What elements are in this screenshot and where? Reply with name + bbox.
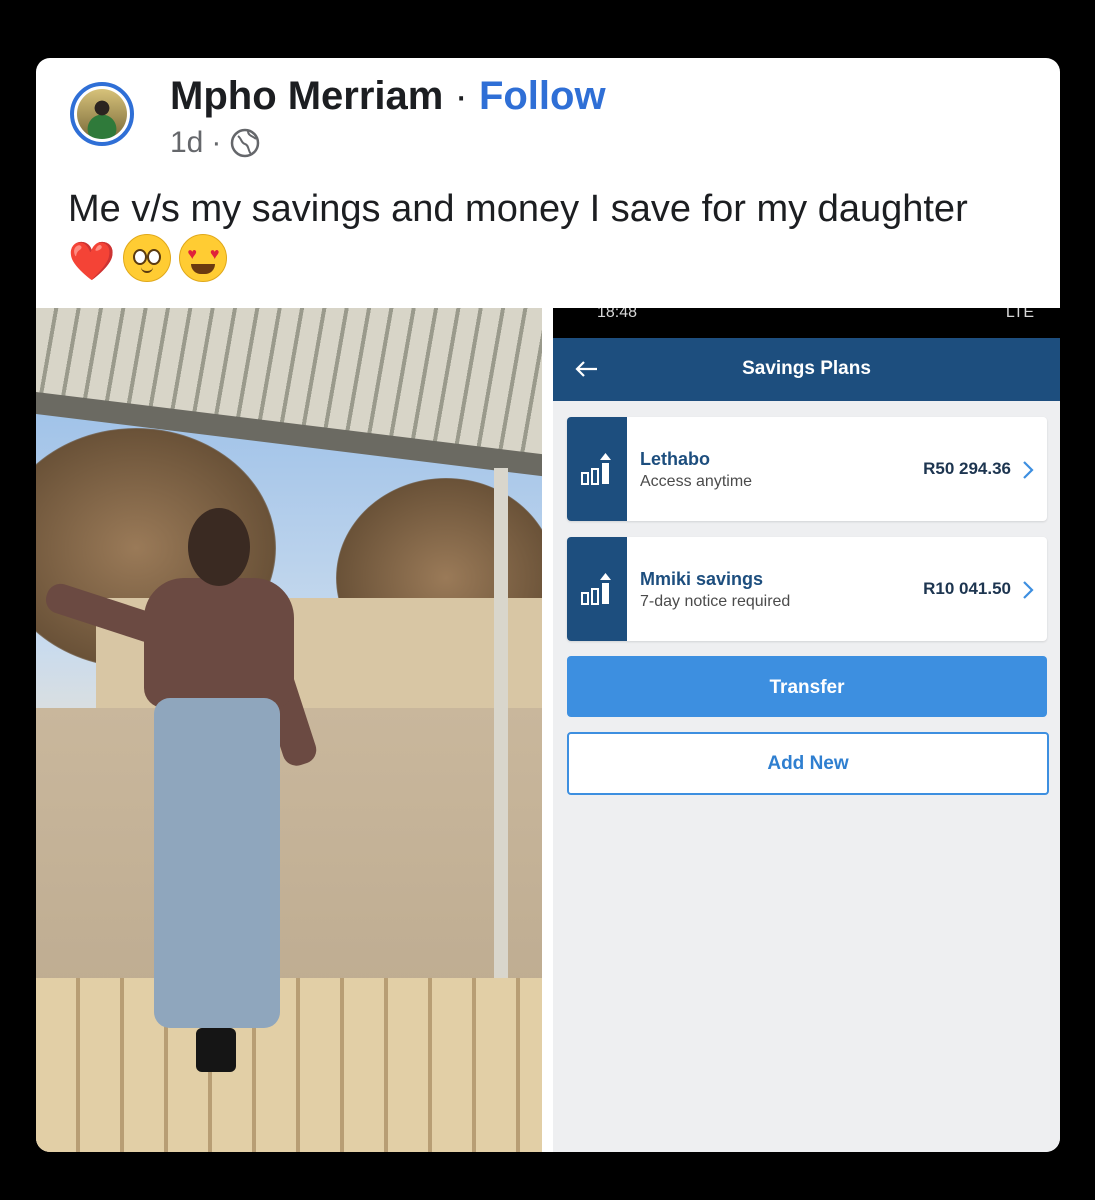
bank-app-screenshot: 18:48 LTE Savings Plans Lethabo Access a… bbox=[553, 308, 1060, 1152]
person-boots bbox=[196, 1028, 236, 1072]
add-new-button[interactable]: Add New bbox=[567, 732, 1049, 795]
chart-up-icon bbox=[581, 453, 611, 485]
phone-status-bar: 18:48 LTE bbox=[553, 308, 1060, 338]
post-caption: Me v/s my savings and money I save for m… bbox=[68, 184, 968, 287]
avatar-photo bbox=[77, 89, 127, 139]
savings-plan-row[interactable]: Lethabo Access anytime R50 294.36 bbox=[567, 417, 1047, 521]
caption-text: Me v/s my savings and money I save for m… bbox=[68, 188, 968, 230]
plan-amount: R50 294.36 bbox=[923, 459, 1011, 478]
post-photo[interactable] bbox=[36, 308, 542, 1152]
plan-amount: R10 041.50 bbox=[923, 579, 1011, 598]
shelter-post bbox=[494, 468, 508, 1008]
facebook-post-card: Mpho Merriam · Follow 1d · Me v/s my sav… bbox=[36, 58, 1060, 1152]
person-jeans bbox=[154, 698, 280, 1028]
author-name[interactable]: Mpho Merriam bbox=[170, 74, 443, 118]
post-meta: 1d · bbox=[170, 126, 261, 160]
plan-icon-box bbox=[567, 417, 627, 521]
app-header: Savings Plans bbox=[553, 338, 1060, 401]
pleading-face-emoji bbox=[123, 234, 172, 282]
status-time: 18:48 bbox=[597, 308, 638, 321]
follow-button[interactable]: Follow bbox=[479, 74, 606, 118]
brick-ledge bbox=[36, 978, 542, 1152]
post-header: Mpho Merriam · Follow bbox=[170, 72, 606, 120]
author-avatar[interactable] bbox=[70, 82, 134, 146]
status-signal: LTE bbox=[1005, 308, 1034, 321]
header-separator: · bbox=[454, 74, 468, 118]
person-top bbox=[144, 578, 294, 708]
heart-eyes-emoji: ♥ ♥ bbox=[179, 234, 228, 282]
plan-name: Mmiki savings bbox=[640, 569, 764, 589]
chevron-right-icon bbox=[1023, 461, 1034, 479]
transfer-button[interactable]: Transfer bbox=[567, 656, 1047, 717]
plan-subtitle: Access anytime bbox=[640, 473, 753, 490]
chevron-right-icon bbox=[1023, 581, 1034, 599]
post-time[interactable]: 1d bbox=[170, 126, 203, 160]
savings-plan-row[interactable]: Mmiki savings 7-day notice required R10 … bbox=[567, 537, 1047, 641]
person-head bbox=[188, 508, 250, 586]
plan-subtitle: 7-day notice required bbox=[640, 593, 791, 610]
plan-name: Lethabo bbox=[640, 449, 710, 469]
page-title: Savings Plans bbox=[742, 358, 871, 379]
meta-separator: · bbox=[211, 126, 222, 159]
chart-up-icon bbox=[581, 573, 611, 605]
heart-emoji: ❤️ bbox=[68, 241, 116, 283]
globe-icon bbox=[231, 128, 260, 158]
plan-icon-box bbox=[567, 537, 627, 641]
